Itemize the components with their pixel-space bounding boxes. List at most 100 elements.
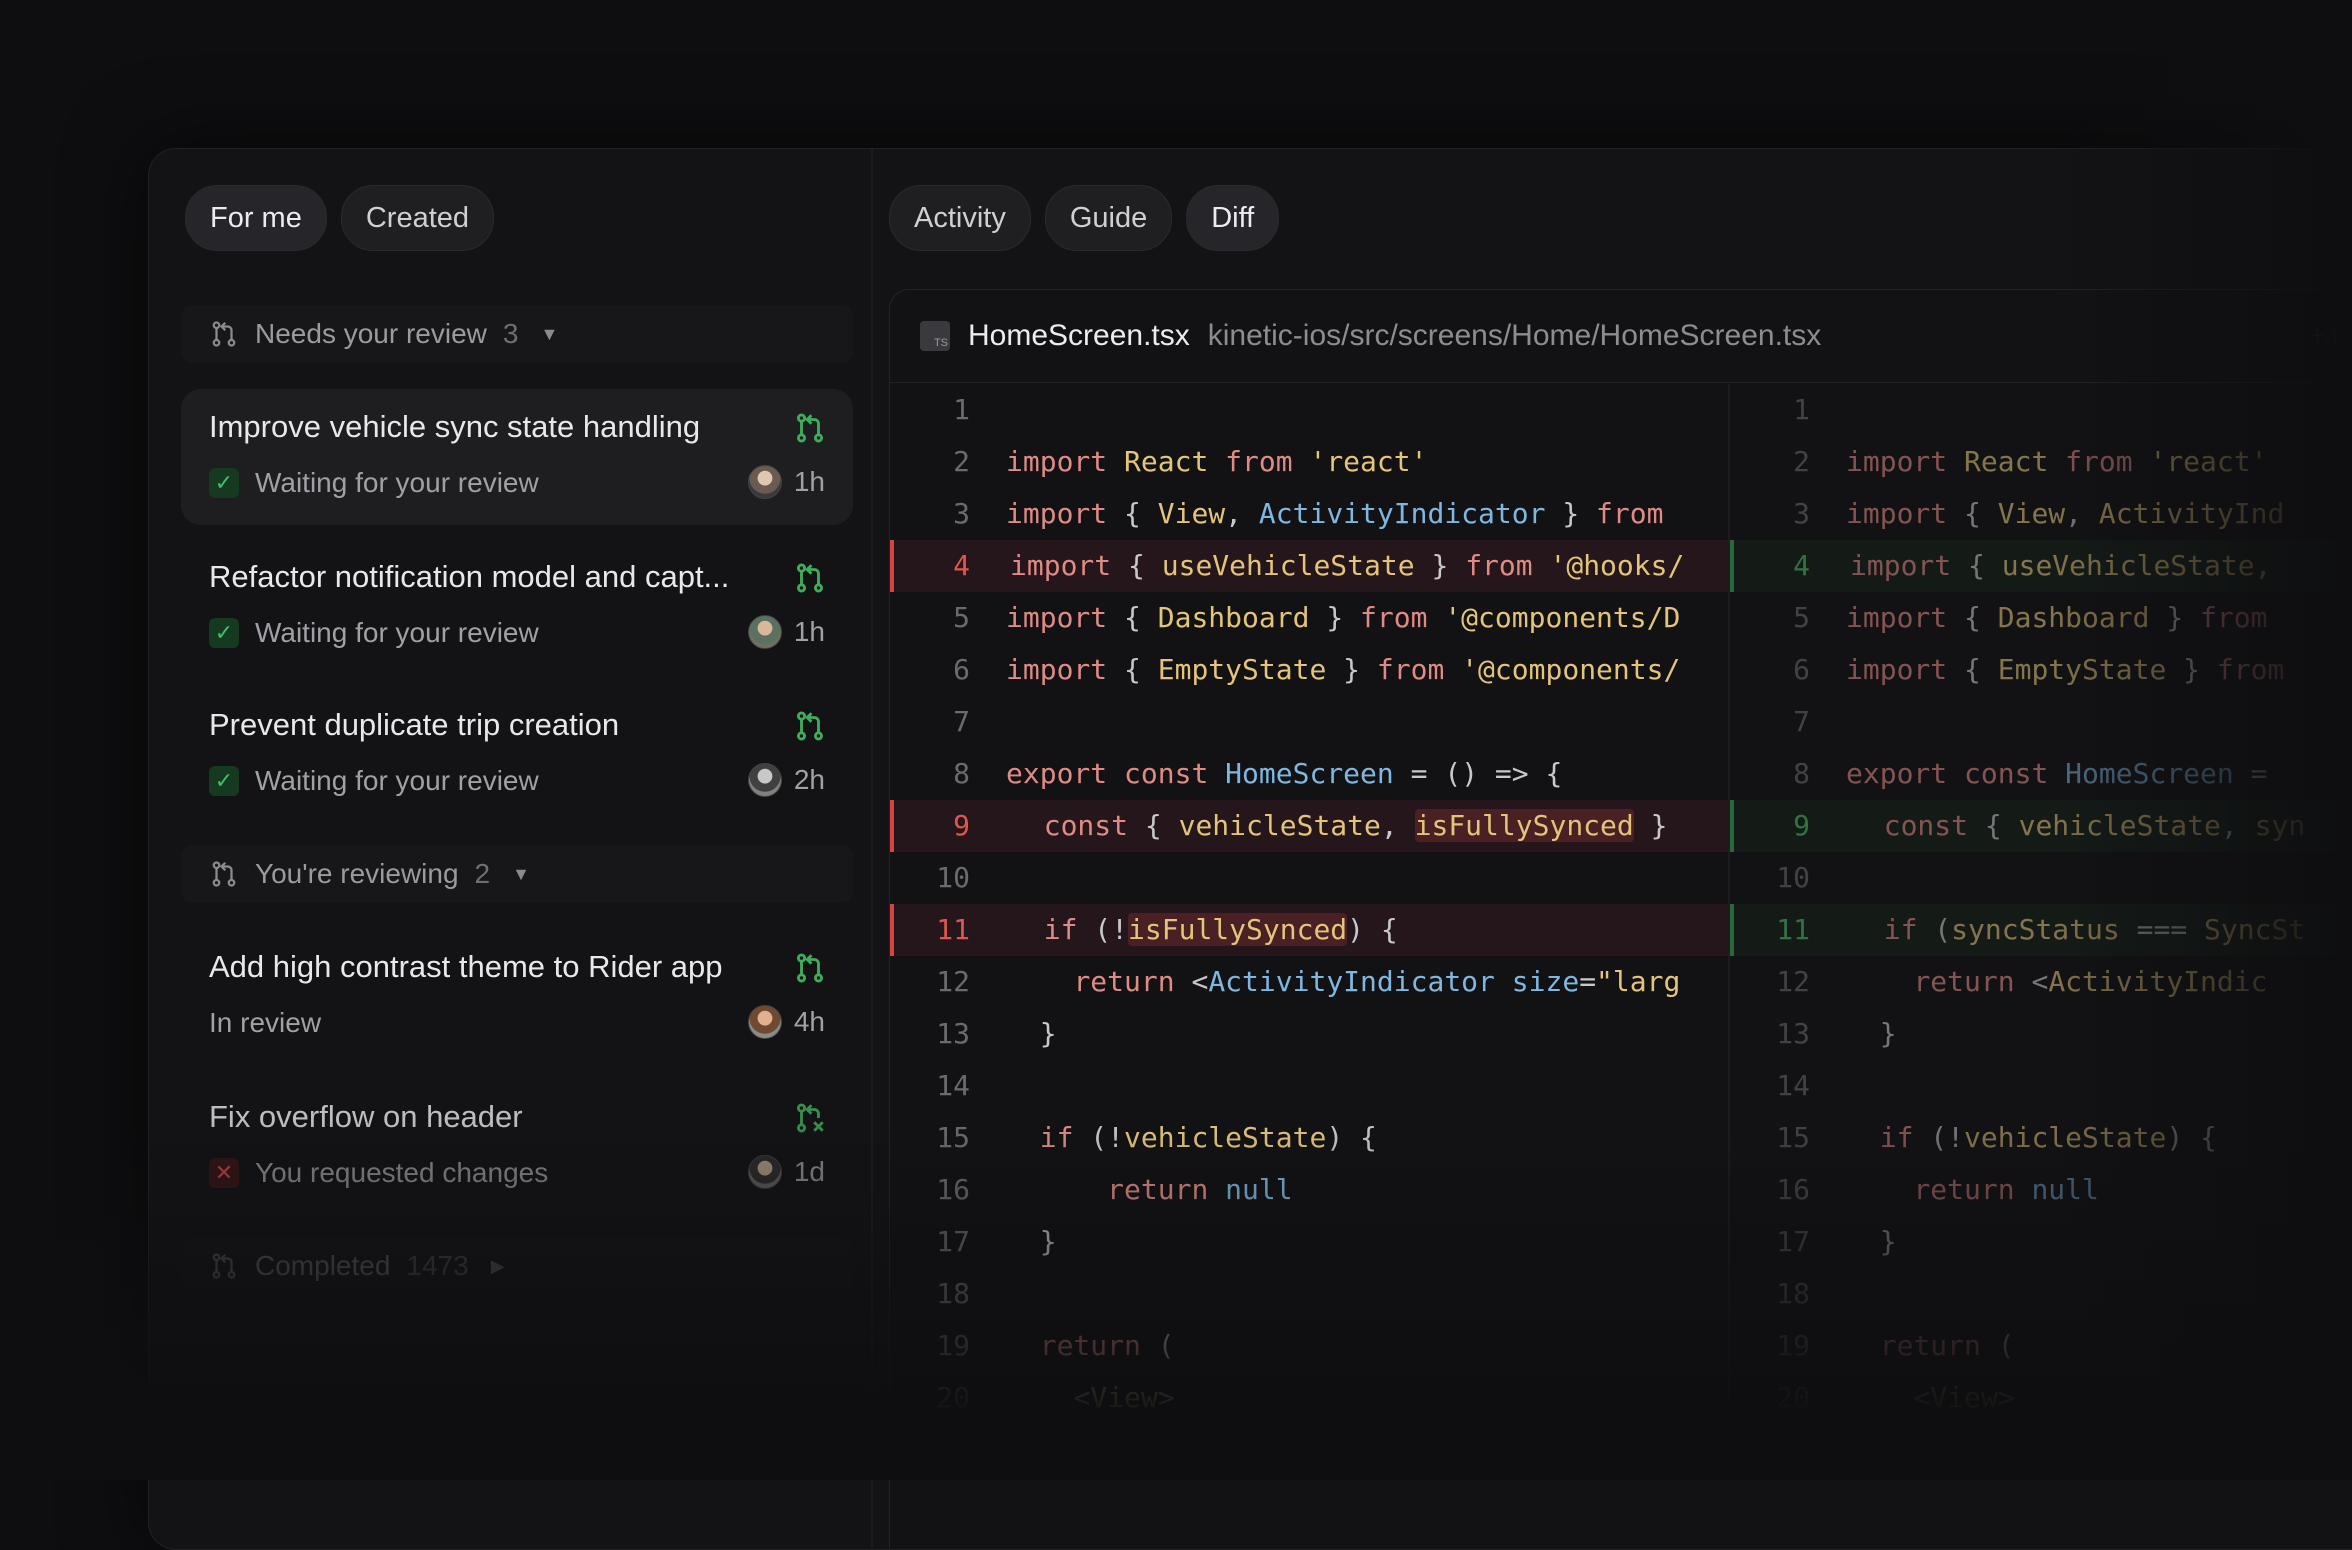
new-line[interactable]: 6 import { EmptyState } from [1730, 644, 2352, 696]
old-line[interactable]: 10 [890, 852, 1728, 904]
pr-item[interactable]: Prevent duplicate trip creation ✓ Waiting… [181, 687, 853, 823]
new-line[interactable]: 17 } [1730, 1216, 2352, 1268]
old-line[interactable]: 13 } [890, 1008, 1728, 1060]
tab-guide[interactable]: Guide [1044, 185, 1173, 251]
section-completed[interactable]: Completed 1473 ▶ [181, 1237, 853, 1295]
new-line[interactable]: 14 [1730, 1060, 2352, 1112]
pr-list-panel: For me Created Needs your review 3 ▼ Imp… [149, 149, 871, 1549]
old-line[interactable]: 7 [890, 696, 1728, 748]
diff-row: 14 14 [890, 1060, 2352, 1112]
section-count: 1473 [406, 1250, 469, 1281]
tab-diff[interactable]: Diff [1186, 185, 1280, 251]
tab-activity[interactable]: Activity [889, 185, 1031, 251]
diff-row: 11 [890, 384, 2352, 436]
new-line[interactable]: 13 } [1730, 1008, 2352, 1060]
old-line[interactable]: 18 [890, 1268, 1728, 1320]
pull-request-icon [212, 861, 236, 887]
changes-requested-icon: ✕ [209, 1158, 239, 1188]
new-line[interactable]: 18 [1730, 1268, 2352, 1320]
new-line[interactable]: 3 import { View, ActivityInd [1730, 488, 2352, 540]
new-line[interactable]: 5 import { Dashboard } from [1730, 592, 2352, 644]
old-line[interactable]: 8 export const HomeScreen = () => { [890, 748, 1728, 800]
approved-check-icon: ✓ [209, 618, 239, 648]
old-line[interactable]: 5 import { Dashboard } from '@components/… [890, 592, 1728, 644]
new-line[interactable]: 10 [1730, 852, 2352, 904]
old-line[interactable]: 16 return null [890, 1164, 1728, 1216]
line-number: 1 [1793, 393, 1810, 426]
pr-time: 1h [793, 466, 825, 497]
deleted-line[interactable]: 11 if (!isFullySynced) { [890, 904, 1728, 956]
old-line[interactable]: 12 return <ActivityIndicator size="larg [890, 956, 1728, 1008]
diff-row: 12 return <ActivityIndicator size="larg 1… [890, 956, 2352, 1008]
line-number: 4 [1793, 549, 1810, 582]
diff-row: 8 export const HomeScreen = () => {8 expor… [890, 748, 2352, 800]
new-line[interactable]: 7 [1730, 696, 2352, 748]
diff-row: 3 import { View, ActivityIndicator } from… [890, 488, 2352, 540]
old-line[interactable]: 2 import React from 'react' [890, 436, 1728, 488]
old-line[interactable]: 15 if (!vehicleState) { [890, 1112, 1728, 1164]
line-number: 20 [1776, 1381, 1810, 1414]
approved-check-icon: ✓ [209, 766, 239, 796]
diff-row: 10 10 [890, 852, 2352, 904]
diff-row: 11 if (!isFullySynced) {11 if (syncStatu… [890, 904, 2352, 956]
added-line[interactable]: 11 if (syncStatus === SyncSt [1730, 904, 2352, 956]
code-text: import { EmptyState } from '@components/ [1006, 653, 1681, 686]
diff-row: 16 return null 16 return null [890, 1164, 2352, 1216]
code-text: return <ActivityIndic [1913, 965, 2268, 998]
pr-status: Waiting for your review [255, 467, 539, 498]
code-text: const { vehicleState, isFullySynced } [1043, 809, 1668, 842]
old-line[interactable]: 17 } [890, 1216, 1728, 1268]
code-text: import { Dashboard } from '@components/D [1006, 601, 1681, 634]
tab-for-me[interactable]: For me [185, 185, 327, 251]
diff-row: 77 [890, 696, 2352, 748]
old-line[interactable]: 20 <View> [890, 1372, 1728, 1424]
line-number: 9 [1793, 809, 1810, 842]
new-line[interactable]: 16 return null [1730, 1164, 2352, 1216]
added-line[interactable]: 4 import { useVehicleState, [1730, 540, 2352, 592]
old-line[interactable]: 3 import { View, ActivityIndicator } from [890, 488, 1728, 540]
pull-request-icon [212, 321, 236, 347]
pr-item[interactable]: Add high contrast theme to Rider app In … [181, 929, 853, 1065]
line-number: 14 [1776, 1069, 1810, 1102]
deleted-line[interactable]: 4 import { useVehicleState } from '@hooks… [890, 540, 1728, 592]
tab-created[interactable]: Created [340, 185, 495, 251]
code-text: import { View, ActivityInd [1846, 497, 2285, 530]
new-line[interactable]: 15 if (!vehicleState) { [1730, 1112, 2352, 1164]
avatar [747, 465, 782, 499]
diff-row: 2 import React from 'react' 2 import React … [890, 436, 2352, 488]
old-line[interactable]: 1 [890, 384, 1728, 436]
line-number: 9 [953, 809, 970, 842]
added-line[interactable]: 9 const { vehicleState, syn [1730, 800, 2352, 852]
column-divider [871, 149, 873, 1549]
new-line[interactable]: 8 export const HomeScreen = [1730, 748, 2352, 800]
new-line[interactable]: 12 return <ActivityIndic [1730, 956, 2352, 1008]
old-line[interactable]: 19 return ( [890, 1320, 1728, 1372]
new-line[interactable]: 20 <View> [1730, 1372, 2352, 1424]
code-text: <View> [1913, 1381, 2015, 1414]
line-number: 1 [953, 393, 970, 426]
caret-down-icon: ▼ [540, 323, 559, 344]
section-needs-review[interactable]: Needs your review 3 ▼ [181, 305, 853, 363]
code-text: } [1879, 1225, 1897, 1258]
pr-item[interactable]: Refactor notification model and capt... … [181, 539, 853, 675]
line-number: 18 [1776, 1277, 1810, 1310]
code-text: import { Dashboard } from [1846, 601, 2268, 634]
section-reviewing[interactable]: You're reviewing 2 ▼ [181, 845, 853, 903]
old-line[interactable]: 6 import { EmptyState } from '@components… [890, 644, 1728, 696]
diff-row: 5 import { Dashboard } from '@components/… [890, 592, 2352, 644]
pr-status: Waiting for your review [255, 617, 539, 648]
caret-right-icon: ▶ [490, 1255, 505, 1276]
new-line[interactable]: 19 return ( [1730, 1320, 2352, 1372]
new-line[interactable]: 1 [1730, 384, 2352, 436]
deleted-line[interactable]: 9 const { vehicleState, isFullySynced } [890, 800, 1728, 852]
pr-item[interactable]: Improve vehicle sync state handling ✓ Wai… [181, 389, 853, 525]
pr-item[interactable]: Fix overflow on header ✕ You requested ch… [181, 1079, 853, 1215]
pr-title: Fix overflow on header [209, 1099, 523, 1134]
old-line[interactable]: 14 [890, 1060, 1728, 1112]
new-line[interactable]: 2 import React from 'react' [1730, 436, 2352, 488]
line-number: 8 [1793, 757, 1810, 790]
pull-request-open-icon [796, 563, 824, 593]
file-name[interactable]: HomeScreen.tsx [968, 319, 1190, 353]
line-number: 20 [936, 1381, 970, 1414]
line-number: 4 [953, 549, 970, 582]
